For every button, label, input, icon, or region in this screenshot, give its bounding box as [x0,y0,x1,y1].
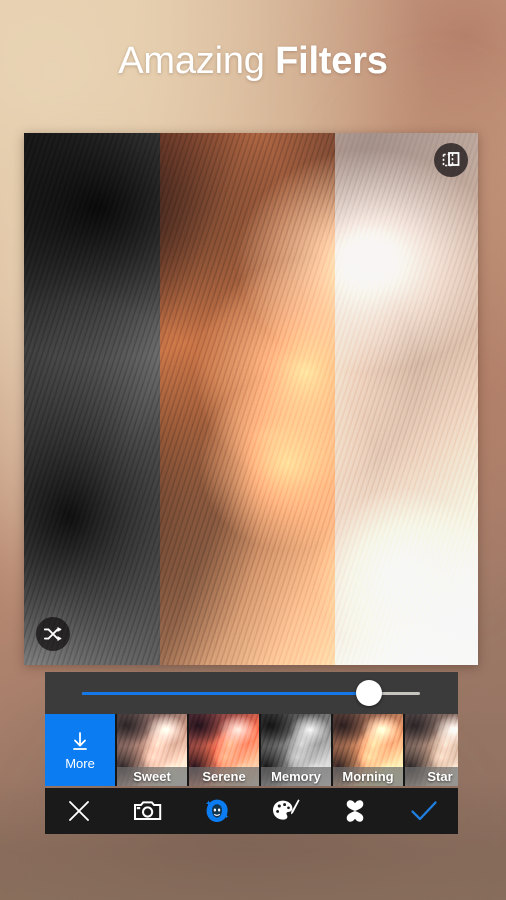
portrait-art-mono [24,133,160,665]
filter-thumbnail-strip[interactable]: More Sweet Serene Memory Morning Star [45,714,458,786]
filter-tile-memory[interactable]: Memory [261,714,331,786]
filter-preview-image[interactable] [24,133,478,665]
page-title: Amazing Filters [0,38,506,84]
download-icon [73,731,87,750]
app-screen: Amazing Filters More Sweet Serene Memory… [0,0,506,900]
slider-thumb[interactable] [356,680,383,706]
filter-tile-morning[interactable]: Morning [333,714,403,786]
page-title-bold: Filters [275,40,388,82]
check-icon [410,801,437,821]
slider-track-fill [82,691,370,695]
camera-button[interactable] [114,788,183,834]
band-bright[interactable] [335,133,478,665]
effects-button[interactable] [251,788,320,834]
bottom-toolbar [45,788,458,834]
close-icon [69,801,90,821]
filter-tile-star[interactable]: Star [405,714,458,786]
filter-tile-label: Morning [333,767,403,786]
clover-icon [346,800,364,822]
portrait-art-warm [160,133,335,665]
overlay-button[interactable] [320,788,389,834]
more-filters-button[interactable]: More [45,714,115,786]
filter-tile-label: Sweet [117,767,187,786]
filter-intensity-slider[interactable] [82,680,420,706]
confirm-button[interactable] [389,788,458,834]
palette-brush-icon [272,799,300,820]
band-monochrome[interactable] [24,133,160,665]
filter-tile-sweet[interactable]: Sweet [117,714,187,786]
band-warm[interactable] [160,133,335,665]
beauty-button[interactable] [183,788,252,834]
compare-button[interactable] [434,143,468,177]
shuffle-button[interactable] [36,617,70,651]
camera-icon [134,801,162,820]
compare-split-icon [442,152,460,167]
filter-tile-serene[interactable]: Serene [189,714,259,786]
more-filters-label: More [65,755,95,771]
cancel-button[interactable] [45,788,114,834]
portrait-art-bright [335,133,478,665]
face-beauty-icon [205,799,229,822]
filter-tile-label: Memory [261,767,331,786]
page-title-light: Amazing [118,40,276,82]
filter-tile-label: Star [405,767,458,786]
filter-intensity-panel [45,672,458,714]
shuffle-icon [43,626,62,642]
filter-tile-label: Serene [189,767,259,786]
